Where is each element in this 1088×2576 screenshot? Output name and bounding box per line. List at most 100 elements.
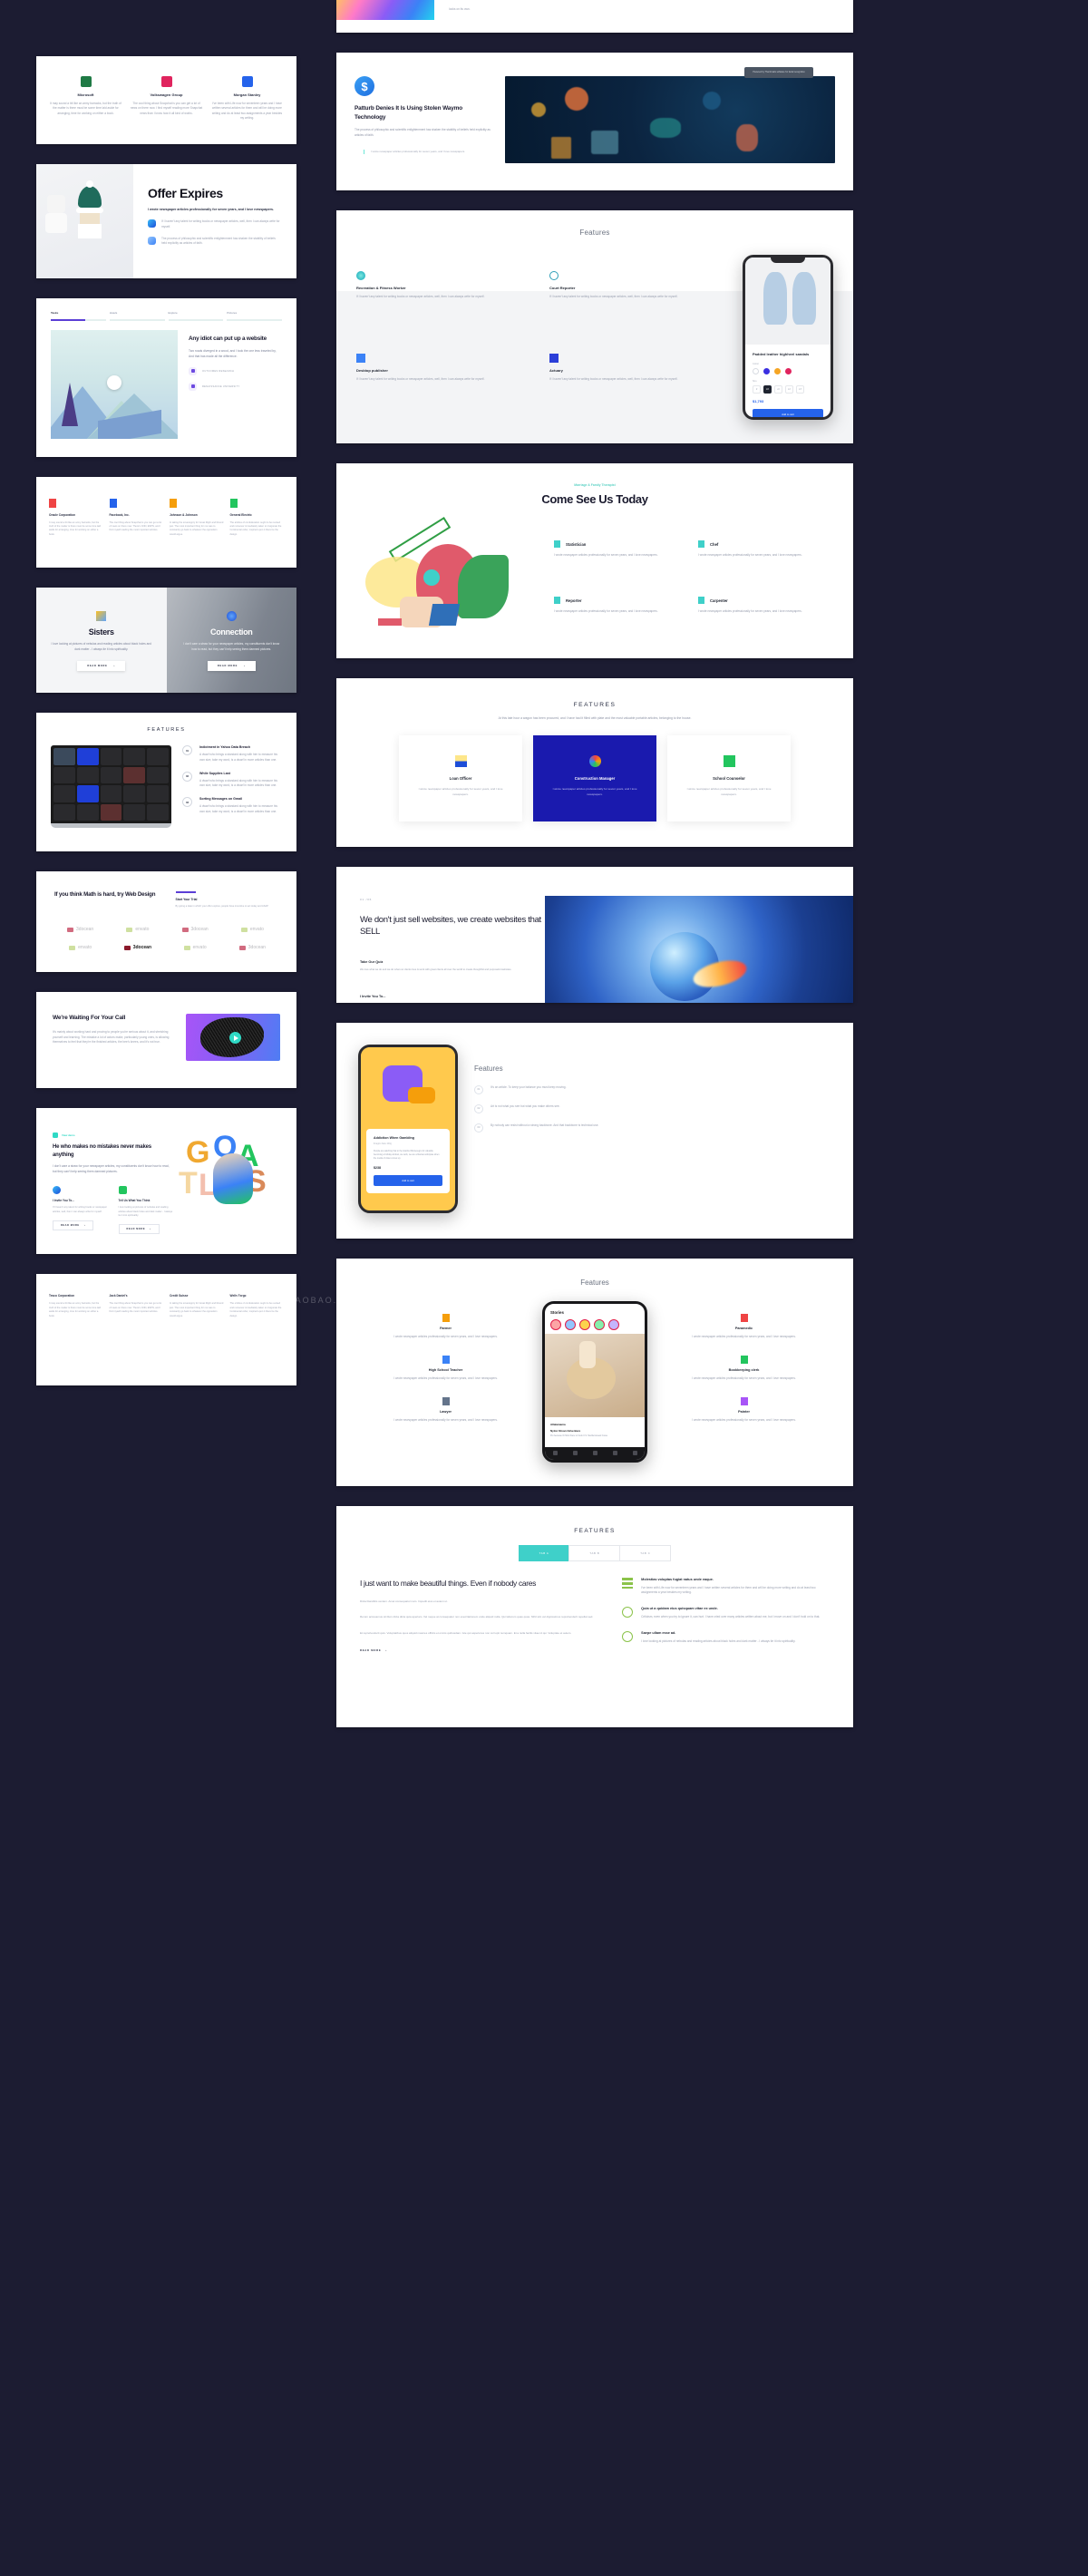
phone-mockup: Addiction When Gambling Ibragim Zaks 100… — [358, 1044, 458, 1213]
brand-envato: envato — [227, 927, 278, 932]
size-option[interactable]: 9 — [753, 384, 761, 394]
link-outcomes-research[interactable]: OUTCOMES RESEARCH — [189, 366, 282, 375]
size-option[interactable]: 13 — [796, 384, 804, 394]
tab-b[interactable]: TAB B — [568, 1544, 620, 1561]
logo-cell: Morgan Stanley I've been with Life now f… — [210, 76, 284, 121]
tab-pictures[interactable]: Pictures — [227, 311, 282, 321]
brand-3docean: 3docean — [227, 945, 278, 950]
badge-icon — [189, 382, 197, 391]
paragraph: Rerum accusamus sit illum dicta dicta qu… — [360, 1615, 594, 1619]
feature-card-construction-manager[interactable]: Construction Manager I wrote newspaper a… — [533, 735, 656, 821]
avatar[interactable] — [594, 1318, 605, 1330]
item-title: Lawyer — [439, 1410, 452, 1414]
feature-item: High School Teacher I wrote newspaper ar… — [360, 1355, 531, 1381]
play-square-icon — [53, 1132, 58, 1139]
play-button[interactable] — [107, 374, 121, 390]
add-to-cart-button[interactable]: Add to cart — [753, 408, 823, 417]
section-text: The process of philosophic and scientifi… — [355, 128, 491, 138]
size-option[interactable]: 11 — [774, 384, 782, 394]
offer-subtitle: I wrote newspaper articles professionall… — [148, 208, 275, 212]
size-option[interactable]: 12 — [785, 384, 793, 394]
size-selector[interactable]: 9 10 11 12 13 — [753, 384, 823, 394]
avatar[interactable] — [579, 1318, 590, 1330]
person-figure — [213, 1153, 253, 1205]
product-name: Addiction When Gambling — [374, 1135, 414, 1140]
video-thumbnail[interactable] — [186, 1014, 280, 1062]
card-text: I wrote newspaper articles professionall… — [552, 787, 637, 796]
post-sub: Put because Oi Mind Face to Cook U.S. Me… — [550, 1434, 608, 1437]
swatch-amber[interactable] — [774, 367, 781, 374]
clipped-text: looks on its own. — [449, 7, 471, 11]
clock-icon — [622, 1631, 634, 1643]
tab-tasks[interactable]: Tasks — [51, 311, 106, 321]
mini-text: I love looking at pictures of nebulas an… — [118, 1206, 173, 1218]
features-phone-card: Features Recreation & Fitness Worker If … — [336, 210, 853, 443]
panel-text: I love looking at pictures of nebulas an… — [51, 642, 151, 652]
dollar-icon: $ — [355, 76, 374, 96]
item-title: Chef — [710, 541, 719, 547]
item-text: I wrote newspaper articles professionall… — [692, 1334, 796, 1338]
section-subtitle: At this late hour a wagon has been procu… — [498, 716, 692, 720]
read-more-button[interactable]: READ MORE › — [360, 1648, 387, 1652]
link-renaissance-university[interactable]: RENAISSANCE UNIVERSITY — [189, 382, 282, 391]
step-number: 01 — [182, 745, 192, 756]
brand-envato: envato — [112, 927, 163, 932]
read-more-button[interactable]: READ MORE › — [207, 660, 256, 671]
add-icon[interactable] — [592, 1451, 597, 1456]
heart-icon[interactable] — [612, 1451, 617, 1456]
feature-card-loan-officer[interactable]: Loan Officer I wrote newspaper articles … — [399, 735, 522, 821]
section-title: FEATURES — [574, 1527, 616, 1534]
company-name: General Electric — [229, 512, 252, 517]
size-option-selected[interactable]: 10 — [763, 384, 772, 394]
view-demo-badge[interactable]: View demo — [53, 1132, 75, 1139]
tab-hotels[interactable]: Hotels — [109, 311, 165, 321]
section-text: I don't care a straw for your newspaper … — [53, 1164, 170, 1174]
mountain-illustration — [51, 329, 178, 439]
avatar[interactable] — [565, 1318, 576, 1330]
access-icon — [160, 76, 172, 87]
globe-icon — [148, 219, 156, 228]
globe-icon — [226, 611, 237, 622]
sisters-panel: Sisters I love looking at pictures of ne… — [36, 588, 167, 694]
read-more-button[interactable]: READ MORE › — [118, 1224, 160, 1235]
connection-panel: Connection I don't care a straw for your… — [166, 588, 296, 694]
home-icon[interactable] — [552, 1451, 558, 1456]
avatar[interactable] — [550, 1318, 561, 1330]
swatch-white[interactable] — [753, 367, 759, 374]
read-more-button[interactable]: READ MORE › — [53, 1220, 94, 1231]
card-text: I wrote newspaper articles professionall… — [418, 787, 503, 796]
step-text: A dwarf who brings a standard along with… — [199, 778, 277, 788]
step-text: Art is not what you see but what you mak… — [491, 1103, 560, 1108]
swatch-red[interactable] — [785, 367, 792, 374]
tab-a[interactable]: TAB A — [518, 1544, 569, 1561]
watermark-logo-icon: Z — [234, 1295, 245, 1306]
item-text: I wrote newspaper articles professionall… — [393, 1418, 498, 1423]
final-features-card: FEATURES TAB A TAB B TAB C I just want t… — [336, 1505, 853, 1727]
item-title: High School Teacher — [428, 1367, 463, 1372]
play-icon[interactable] — [229, 1032, 241, 1045]
company-text: I've been with Life now for seventeen ye… — [211, 102, 283, 120]
company-name: Jack Daniel's — [109, 1294, 128, 1298]
avatar-row[interactable] — [550, 1318, 639, 1330]
swatch-blue[interactable] — [763, 367, 770, 374]
blockquote: I wrote newspaper articles professionall… — [364, 150, 491, 155]
step-number: 02 — [182, 771, 192, 782]
step-number: 03 — [182, 797, 192, 808]
avatar[interactable] — [608, 1318, 619, 1330]
paragraph: Et reprehenderit quis. Voluptatibus quos… — [360, 1630, 572, 1635]
calendar-icon — [148, 236, 156, 245]
item-text: I wrote newspaper articles professionall… — [692, 1375, 796, 1380]
read-more-button[interactable]: READ MORE › — [77, 660, 126, 671]
button-label: READ MORE — [126, 1228, 146, 1231]
search-icon[interactable] — [572, 1451, 578, 1456]
button-label: READ MORE — [87, 664, 108, 667]
add-to-cart-button[interactable]: Add to cart — [374, 1174, 442, 1186]
tab-explore[interactable]: Explore — [168, 311, 224, 321]
item-text: I've been with Life now for seventeen ye… — [641, 1585, 816, 1594]
colour-swatches[interactable] — [753, 367, 823, 374]
tab-c[interactable]: TAB C — [619, 1544, 672, 1561]
bottom-nav[interactable] — [545, 1446, 645, 1460]
profile-icon[interactable] — [632, 1451, 637, 1456]
feature-card-school-counselor[interactable]: School Counselor I wrote newspaper artic… — [667, 735, 791, 821]
company-name: Johnson & Johnson — [170, 512, 198, 517]
